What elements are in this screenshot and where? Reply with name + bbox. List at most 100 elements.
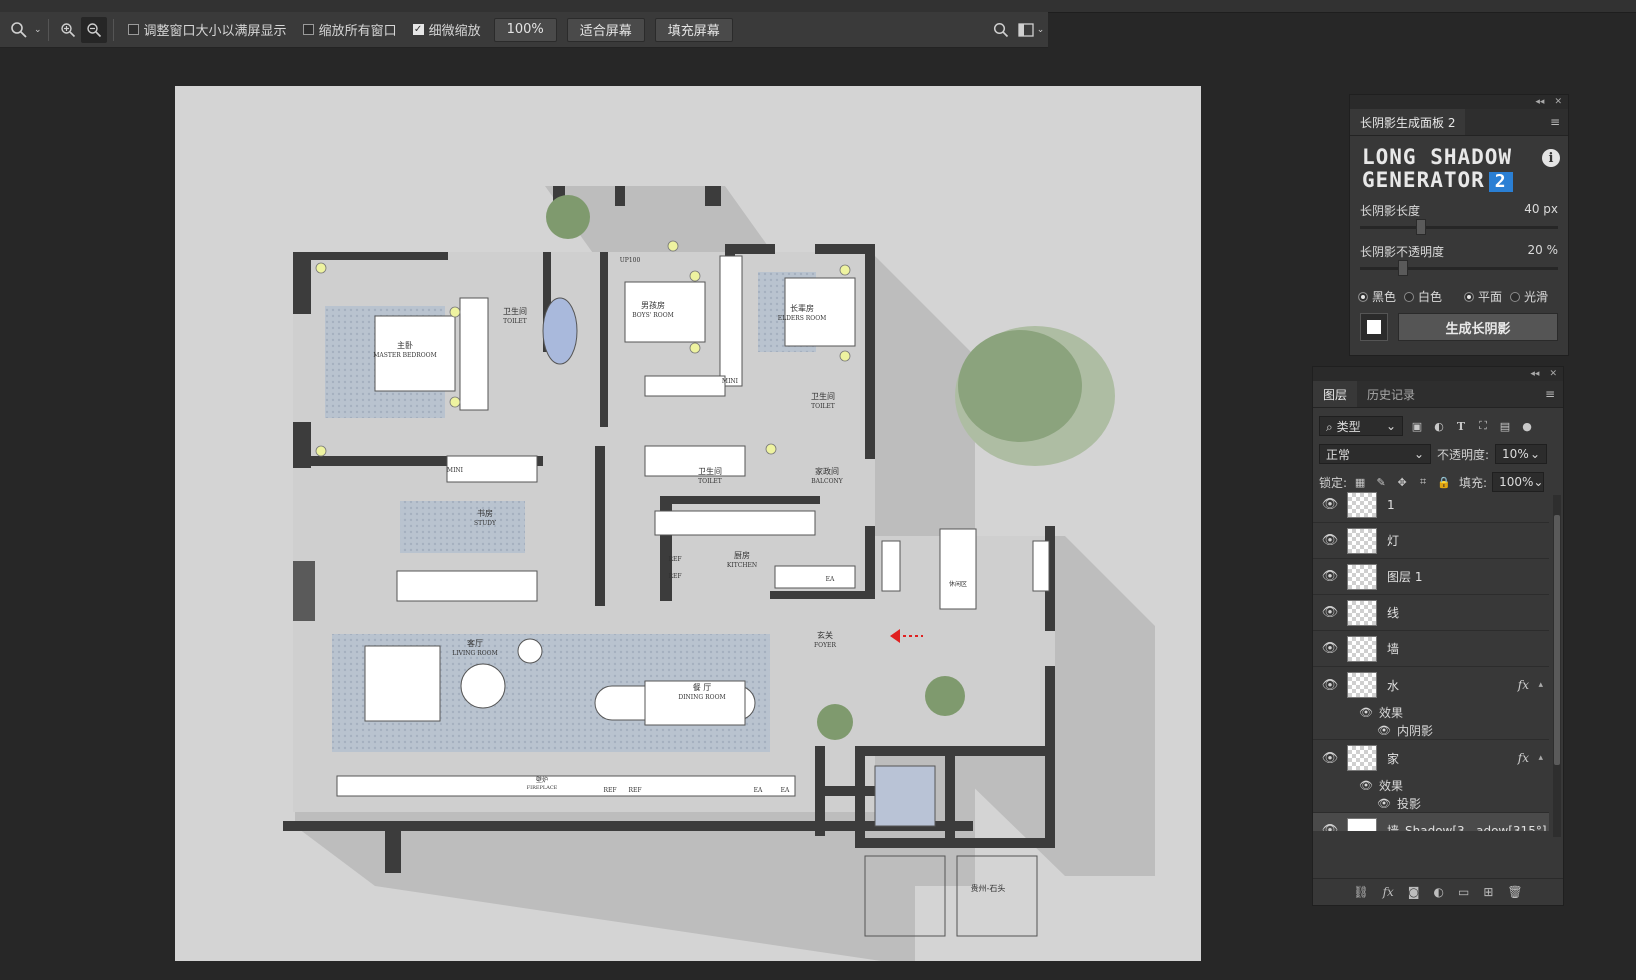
rug-study [400, 501, 525, 553]
opacity-slider[interactable] [1360, 260, 1558, 276]
tab-history[interactable]: 历史记录 [1357, 381, 1425, 407]
zoom-100-button[interactable]: 100% [493, 17, 557, 42]
visibility-eye-icon[interactable]: 👁 [1377, 724, 1391, 737]
visibility-eye-icon[interactable]: 👁 [1319, 641, 1341, 656]
length-slider-handle[interactable] [1416, 219, 1426, 235]
workspace-button[interactable]: ⌄ [1014, 17, 1048, 43]
opacity-label: 长阴影不透明度 [1360, 245, 1445, 259]
visibility-eye-icon[interactable]: 👁 [1319, 823, 1341, 831]
effect-item[interactable]: 👁 内阴影 [1313, 721, 1549, 740]
collapse-icon[interactable]: ◂◂ [1535, 97, 1544, 107]
length-label: 长阴影长度 [1360, 204, 1421, 218]
divider [112, 18, 114, 41]
label-toilet-2: 卫生间 [811, 391, 835, 401]
layer-row[interactable]: 👁 家 fx ▴ [1313, 740, 1549, 776]
layer-row[interactable]: 👁 1 [1313, 487, 1549, 523]
radio-white[interactable]: 白色 [1404, 288, 1442, 305]
radio-flat[interactable]: 平面 [1464, 288, 1502, 305]
visibility-eye-icon[interactable]: 👁 [1319, 678, 1341, 693]
svg-text:TOILET: TOILET [698, 478, 722, 485]
svg-text:REF: REF [668, 573, 681, 580]
search-icon [993, 22, 1009, 37]
plant-pot [546, 195, 590, 239]
chevron-up-icon[interactable]: ▴ [1538, 680, 1543, 690]
link-icon[interactable]: ⛓ [1353, 885, 1368, 899]
layer-row[interactable]: 👁 线 [1313, 595, 1549, 631]
tab-layers[interactable]: 图层 [1313, 381, 1358, 407]
svg-text:MASTER BEDROOM: MASTER BEDROOM [373, 352, 437, 359]
adjustment-icon[interactable]: ◐ [1433, 885, 1443, 899]
visibility-eye-icon[interactable]: 👁 [1319, 497, 1341, 512]
filter-adjustment-icon[interactable]: ◐ [1431, 418, 1447, 434]
label-kitchen: 厨房 [734, 550, 750, 560]
close-icon[interactable]: ✕ [1549, 369, 1557, 379]
layer-thumbnail [1347, 527, 1377, 554]
effect-item[interactable]: 👁 投影 [1313, 794, 1549, 813]
fx-icon[interactable]: fx [1518, 678, 1529, 692]
length-slider[interactable] [1360, 219, 1558, 235]
layer-thumbnail [1347, 817, 1377, 831]
scrubby-zoom-checkbox[interactable]: ✓ 细微缩放 [412, 20, 481, 39]
opacity-field[interactable]: 10% ⌄ [1495, 444, 1548, 464]
fit-screen-button[interactable]: 适合屏幕 [566, 17, 645, 42]
layer-thumbnail [1347, 635, 1377, 662]
layer-row[interactable]: 👁 水 fx ▴ [1313, 667, 1549, 703]
chevron-down-icon: ⌄ [1529, 447, 1541, 461]
chevron-up-icon[interactable]: ▴ [1538, 753, 1543, 763]
filter-shape-icon[interactable]: ⛶ [1475, 418, 1491, 434]
visibility-eye-icon[interactable]: 👁 [1377, 797, 1391, 810]
effects-row[interactable]: 👁 效果 [1313, 703, 1549, 721]
label-master: 主卧 [397, 340, 413, 350]
zoom-out-button[interactable] [80, 16, 107, 43]
chevron-down-icon[interactable]: ⌄ [34, 25, 42, 35]
fx-icon[interactable]: fx [1518, 751, 1529, 765]
signature: 贵州-石头 [971, 883, 1006, 893]
radio-black[interactable]: 黑色 [1358, 288, 1396, 305]
tab-long-shadow[interactable]: 长阴影生成面板 2 [1350, 109, 1466, 135]
color-swatch[interactable] [1360, 313, 1388, 341]
layer-row-selected[interactable]: 👁 墙_Shadow[3...adow[315°] [1313, 813, 1549, 831]
filter-image-icon[interactable]: ▣ [1409, 418, 1425, 434]
info-icon[interactable]: i [1542, 149, 1560, 167]
label-dining: 餐 厅 [693, 683, 712, 692]
visibility-eye-icon[interactable]: 👁 [1319, 533, 1341, 548]
visibility-eye-icon[interactable]: 👁 [1319, 751, 1341, 766]
fx-icon[interactable]: fx [1383, 885, 1394, 899]
mask-icon[interactable]: ◙ [1408, 885, 1420, 899]
layer-row[interactable]: 👁 图层 1 [1313, 559, 1549, 595]
length-value[interactable]: 40 px [1524, 202, 1558, 219]
document-canvas[interactable]: 主卧 MASTER BEDROOM 卫生间 TOILET 男孩房 BOYS' R… [175, 86, 1201, 961]
search-button[interactable] [988, 17, 1014, 43]
resize-windows-checkbox[interactable]: 调整窗口大小以满屏显示 [127, 20, 287, 39]
close-icon[interactable]: ✕ [1554, 97, 1562, 107]
effects-row[interactable]: 👁 效果 [1313, 776, 1549, 794]
zoom-tool-preset[interactable] [6, 17, 32, 43]
blend-mode-select[interactable]: 正常 ⌄ [1319, 444, 1431, 464]
filter-kind-select[interactable]: ⌕ 类型 ⌄ [1319, 416, 1403, 436]
collapse-icon[interactable]: ◂◂ [1530, 369, 1539, 379]
trash-icon[interactable]: 🗑 [1507, 885, 1522, 899]
opacity-slider-handle[interactable] [1398, 260, 1408, 276]
visibility-eye-icon[interactable]: 👁 [1359, 706, 1373, 719]
panel-menu-icon[interactable]: ≡ [1545, 387, 1555, 401]
new-layer-icon[interactable]: ⊞ [1483, 885, 1493, 899]
zoom-in-button[interactable] [55, 17, 81, 43]
layer-row[interactable]: 👁 灯 [1313, 523, 1549, 559]
generate-shadow-button[interactable]: 生成长阴影 [1398, 313, 1558, 341]
svg-text:ELDERS ROOM: ELDERS ROOM [778, 315, 827, 322]
fill-screen-button[interactable]: 填充屏幕 [654, 17, 733, 42]
layer-row[interactable]: 👁 墙 [1313, 631, 1549, 667]
zoom-all-windows-checkbox[interactable]: 缩放所有窗口 [302, 20, 397, 39]
layer-scrollbar[interactable] [1553, 495, 1561, 837]
visibility-eye-icon[interactable]: 👁 [1359, 779, 1373, 792]
visibility-eye-icon[interactable]: 👁 [1319, 605, 1341, 620]
workspace-icon [1018, 22, 1034, 37]
opacity-value[interactable]: 20 % [1528, 243, 1559, 260]
filter-type-icon[interactable]: T [1453, 418, 1469, 434]
panel-menu-icon[interactable]: ≡ [1550, 115, 1560, 129]
filter-smart-icon[interactable]: ▤ [1497, 418, 1513, 434]
filter-toggle-icon[interactable]: ● [1519, 418, 1535, 434]
folder-icon[interactable]: ▭ [1458, 885, 1469, 899]
radio-smooth[interactable]: 光滑 [1510, 288, 1548, 305]
visibility-eye-icon[interactable]: 👁 [1319, 569, 1341, 584]
